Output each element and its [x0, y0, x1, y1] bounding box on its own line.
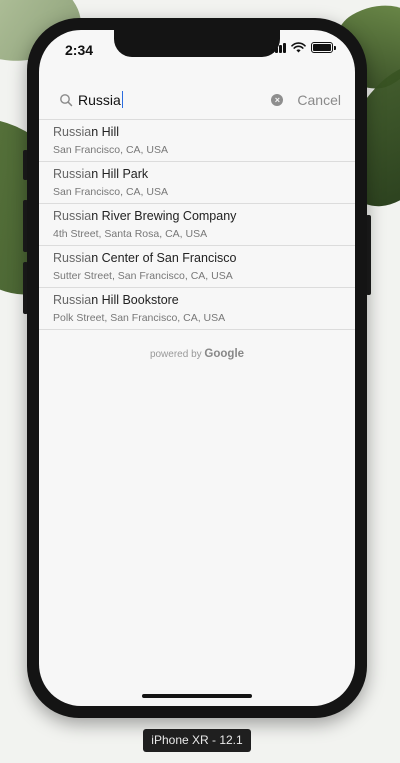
result-title-rest: n River Brewing Company	[91, 209, 237, 223]
result-title: Russian Hill Park	[53, 166, 355, 183]
result-subtitle: 4th Street, Santa Rosa, CA, USA	[53, 228, 208, 240]
results-list: Russian Hill San Francisco, CA, USA Russ…	[39, 120, 355, 330]
result-title-rest: n Center of San Francisco	[91, 251, 237, 265]
result-title-match: Russia	[53, 209, 92, 223]
result-title-rest: n Hill Bookstore	[91, 293, 179, 307]
result-title-match: Russia	[53, 125, 92, 139]
search-query: Russia	[78, 91, 121, 108]
result-title: Russian Hill Bookstore	[53, 292, 355, 309]
result-title-rest: n Hill	[91, 125, 120, 139]
result-subtitle: Polk Street, San Francisco, CA, USA	[53, 312, 226, 324]
result-subtitle: San Francisco, CA, USA	[53, 186, 168, 198]
device-screen: 2:34 Russia × Cancel Russian Hill San Fr…	[39, 30, 355, 706]
result-title-rest: n Hill Park	[91, 167, 149, 181]
list-item[interactable]: Russian Hill Bookstore Polk Street, San …	[39, 288, 355, 330]
google-logo: Google	[204, 348, 245, 360]
result-title-match: Russia	[53, 251, 92, 265]
list-item[interactable]: Russian Hill San Francisco, CA, USA	[39, 120, 355, 162]
status-icons	[271, 42, 336, 53]
result-title-match: Russia	[53, 167, 92, 181]
attribution-prefix: powered by	[149, 349, 202, 360]
result-title: Russian Center of San Francisco	[53, 250, 355, 267]
text-caret	[121, 91, 124, 108]
result-title: Russian Hill	[53, 124, 355, 141]
status-time: 2:34	[65, 42, 94, 58]
home-indicator[interactable]	[142, 694, 252, 698]
clear-circle-icon[interactable]: ×	[271, 93, 284, 106]
search-input[interactable]: Russia	[78, 91, 271, 108]
list-item[interactable]: Russian Hill Park San Francisco, CA, USA	[39, 162, 355, 204]
cellular-signal-icon	[271, 42, 286, 53]
result-subtitle: Sutter Street, San Francisco, CA, USA	[53, 270, 233, 282]
magnifier-icon	[60, 93, 73, 106]
list-item[interactable]: Russian Center of San Francisco Sutter S…	[39, 246, 355, 288]
list-item[interactable]: Russian River Brewing Company 4th Street…	[39, 204, 355, 246]
cancel-button[interactable]: Cancel	[297, 92, 341, 108]
powered-by-google: powered by Google	[39, 348, 355, 360]
wifi-icon	[291, 42, 306, 53]
result-subtitle: San Francisco, CA, USA	[53, 144, 168, 156]
result-title: Russian River Brewing Company	[53, 208, 355, 225]
notch	[114, 30, 280, 57]
simulator-label: iPhone XR - 12.1	[143, 729, 251, 752]
battery-icon	[311, 42, 336, 53]
result-title-match: Russia	[53, 293, 92, 307]
device-frame: 2:34 Russia × Cancel Russian Hill San Fr…	[27, 18, 367, 718]
search-bar[interactable]: Russia × Cancel	[39, 80, 355, 120]
